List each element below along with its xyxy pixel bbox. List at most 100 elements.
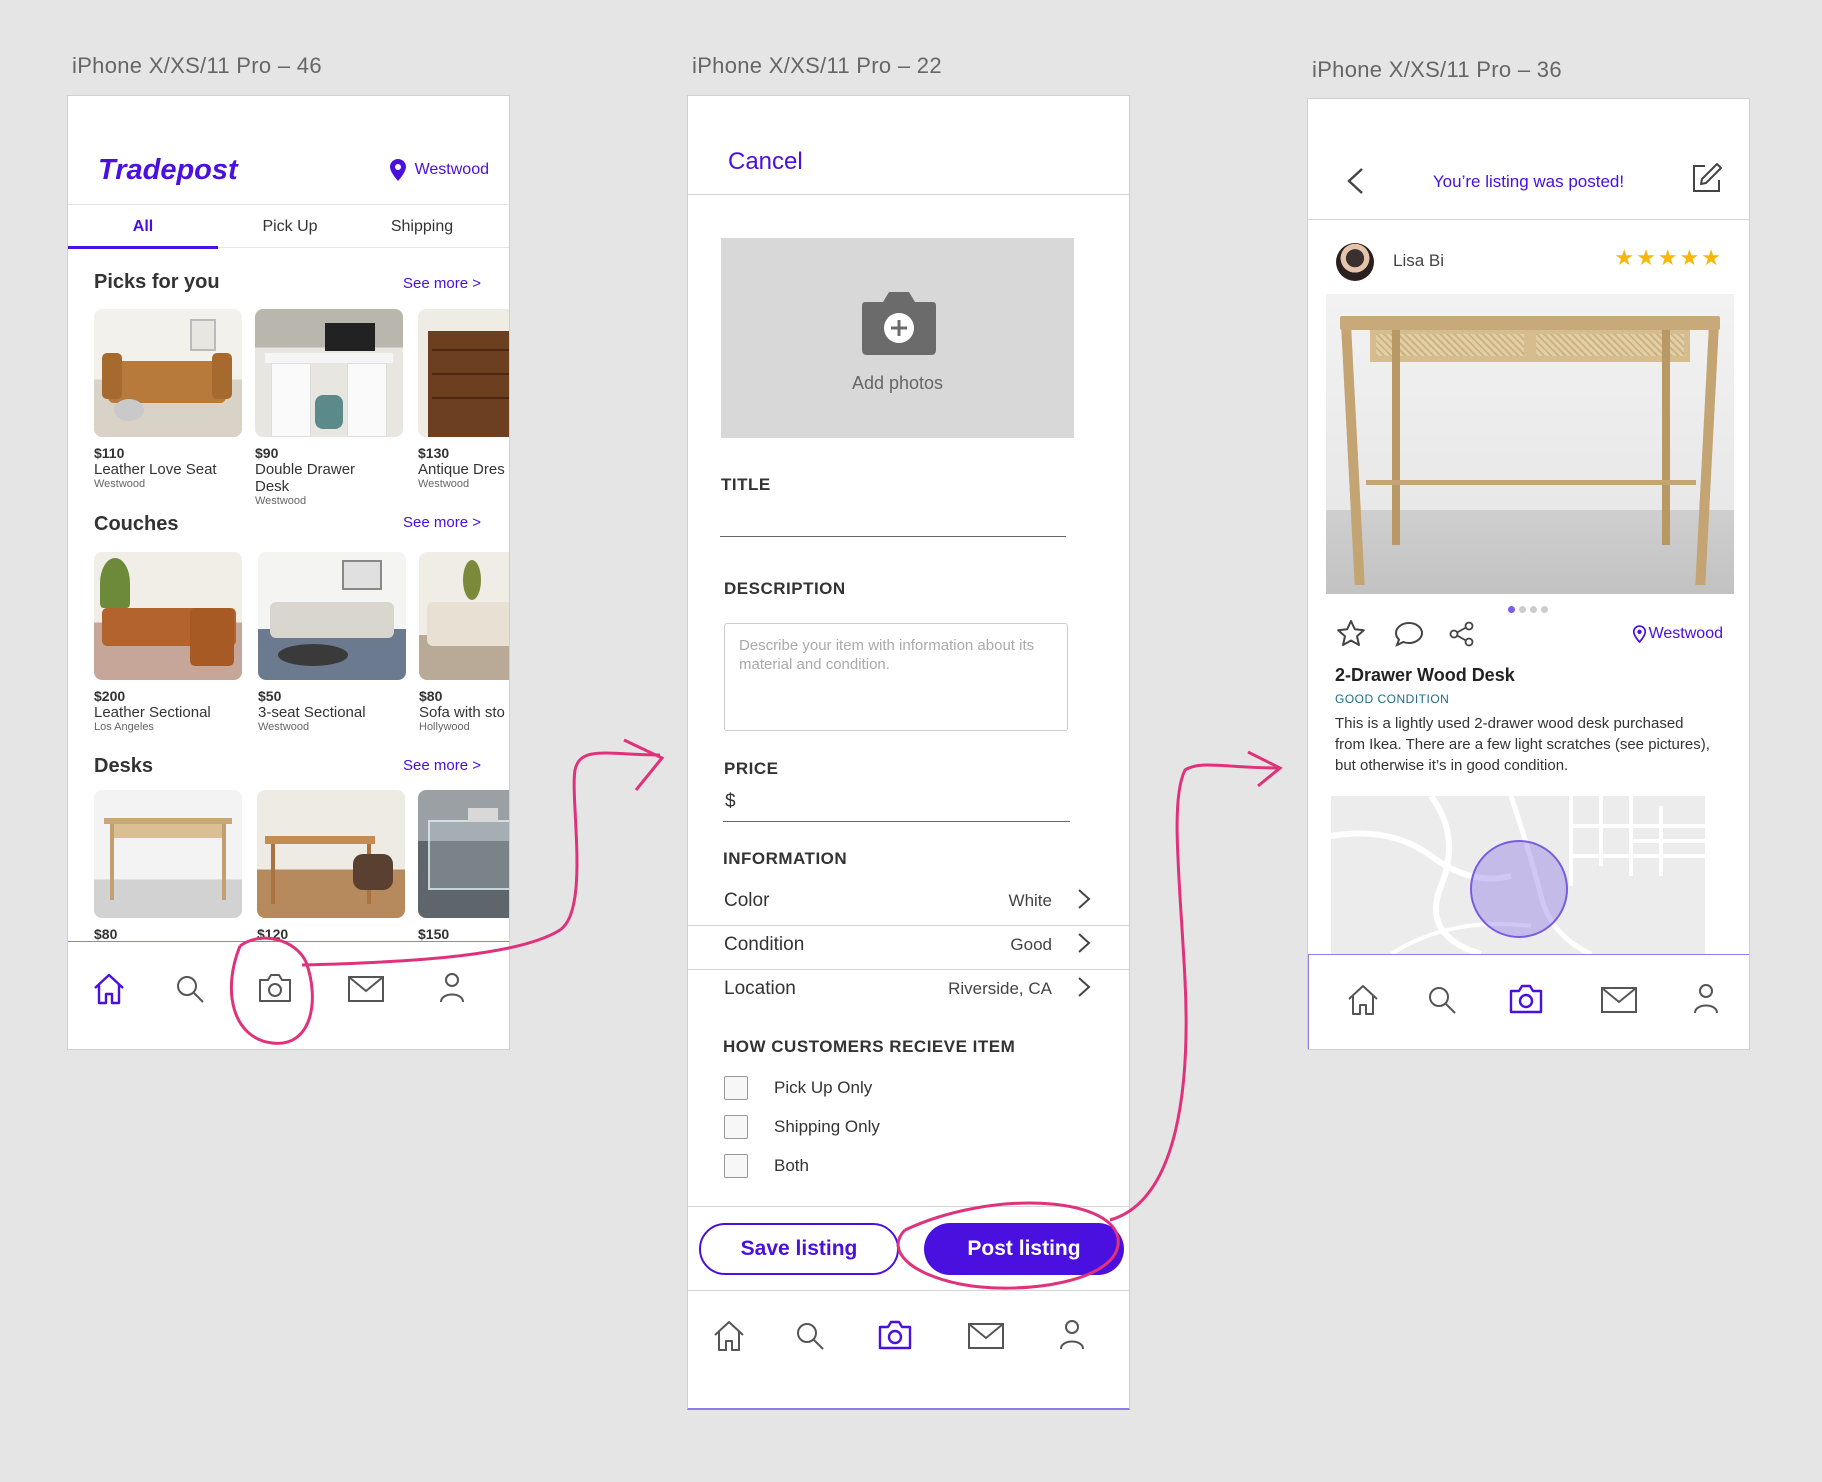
product-name: Sofa with sto [419,704,505,721]
product-price: $200 [94,688,126,704]
carousel-dot[interactable] [1508,606,1515,613]
seller-name[interactable]: Lisa Bi [1393,251,1444,271]
product-price: $80 [419,688,443,704]
section-title-picks: Picks for you [94,271,220,293]
star-favorite-icon[interactable] [1336,619,1366,647]
title-input[interactable] [720,536,1066,537]
information-label: INFORMATION [723,849,848,868]
product-card[interactable]: $90 Double Drawer Desk Westwood [255,309,403,507]
search-radius-circle [1470,840,1568,938]
description-label: DESCRIPTION [724,579,846,598]
item-title: 2-Drawer Wood Desk [1335,665,1515,685]
carousel-dot[interactable] [1541,606,1548,613]
profile-icon[interactable] [1059,1319,1085,1351]
shipping-only-checkbox[interactable]: Shipping Only [724,1112,880,1142]
location-map[interactable] [1331,796,1705,954]
title-label: TITLE [721,475,771,494]
mail-icon[interactable] [968,1323,1004,1349]
filter-tabs: All Pick Up Shipping [68,204,509,249]
price-label: PRICE [724,759,779,778]
tab-shipping[interactable]: Shipping [362,205,482,249]
description-input[interactable]: Describe your item with information abou… [724,623,1068,731]
location-selector[interactable]: Westwood [389,158,489,182]
section-title-desks: Desks [94,755,153,777]
product-image-leather-sectional [94,552,242,680]
checkbox-box[interactable] [724,1076,748,1100]
divider [1308,219,1749,220]
price-input[interactable] [723,821,1070,822]
product-card[interactable]: $50 3-seat Sectional Westwood [258,552,406,733]
product-image-sofa-with-storage [419,552,509,680]
search-icon[interactable] [1427,985,1457,1015]
tab-pick-up[interactable]: Pick Up [218,205,362,249]
listing-location[interactable]: Westwood [1632,625,1723,643]
home-icon[interactable] [712,1319,746,1353]
info-row-condition[interactable]: Condition Good [688,924,1129,968]
info-row-color[interactable]: Color White [688,880,1129,924]
posted-confirmation: You’re listing was posted! [1432,172,1625,191]
profile-icon[interactable] [439,972,465,1004]
mail-icon[interactable] [1601,987,1637,1013]
carousel-dots[interactable] [1508,606,1548,613]
cancel-button[interactable]: Cancel [728,148,803,176]
bottom-nav [1308,954,1749,1049]
camera-icon[interactable] [877,1319,913,1351]
add-camera-icon [862,292,936,355]
add-photos-area[interactable]: Add photos [721,238,1074,438]
mail-icon[interactable] [348,976,384,1002]
product-name: Leather Love Seat [94,461,217,478]
info-value: Riverside, CA [948,979,1052,998]
product-image-desk-with-chair [257,790,405,918]
product-price: $120 [257,926,289,942]
both-checkbox[interactable]: Both [724,1151,809,1181]
carousel-dot[interactable] [1519,606,1526,613]
product-card[interactable]: $150 [418,790,509,942]
product-image-glass-desk [418,790,509,918]
home-icon[interactable] [92,972,126,1006]
product-card[interactable]: $200 Leather Sectional Los Angeles [94,552,242,733]
product-location: Westwood [258,721,310,733]
see-more-picks-link[interactable]: See more > [403,275,481,292]
product-image-antique-dresser [418,309,509,437]
product-image-double-drawer-desk [255,309,403,437]
tab-all[interactable]: All [68,205,218,249]
product-card[interactable]: $130 Antique Dres Westwood [418,309,509,490]
checkbox-label: Shipping Only [774,1117,880,1136]
product-price: $150 [418,926,450,942]
carousel-dot[interactable] [1530,606,1537,613]
save-listing-button[interactable]: Save listing [699,1223,899,1275]
chevron-right-icon [1078,889,1091,909]
search-icon[interactable] [175,974,205,1004]
see-more-couches-link[interactable]: See more > [403,514,481,531]
product-price: $90 [255,445,279,461]
info-key: Location [724,978,796,999]
share-icon[interactable] [1449,621,1475,647]
bottom-nav [688,1291,1129,1408]
avatar[interactable] [1336,243,1374,281]
search-icon[interactable] [795,1321,825,1351]
camera-icon[interactable] [1508,983,1544,1015]
checkbox-box[interactable] [724,1115,748,1139]
see-more-desks-link[interactable]: See more > [403,757,481,774]
post-listing-button[interactable]: Post listing [924,1223,1124,1275]
product-card[interactable]: $120 [257,790,405,942]
product-card[interactable]: $110 Leather Love Seat Westwood [94,309,242,490]
camera-icon[interactable] [257,972,293,1004]
home-icon[interactable] [1346,983,1380,1017]
chevron-right-icon [1078,977,1091,997]
add-photos-label: Add photos [851,373,944,393]
annotation-arrowhead-1 [623,738,665,791]
checkbox-label: Pick Up Only [774,1078,873,1097]
listing-photo[interactable] [1326,294,1734,594]
product-card[interactable]: $80 Sofa with sto Hollywood [419,552,509,733]
pick-up-only-checkbox[interactable]: Pick Up Only [724,1073,872,1103]
checkbox-box[interactable] [724,1154,748,1178]
profile-icon[interactable] [1693,983,1719,1015]
location-pin-icon [389,159,406,181]
comment-icon[interactable] [1394,620,1424,648]
info-row-location[interactable]: Location Riverside, CA [688,968,1129,1012]
product-location: Los Angeles [94,721,154,733]
edit-icon[interactable] [1691,162,1723,194]
product-card[interactable]: $80 [94,790,242,942]
product-price: $50 [258,688,282,704]
